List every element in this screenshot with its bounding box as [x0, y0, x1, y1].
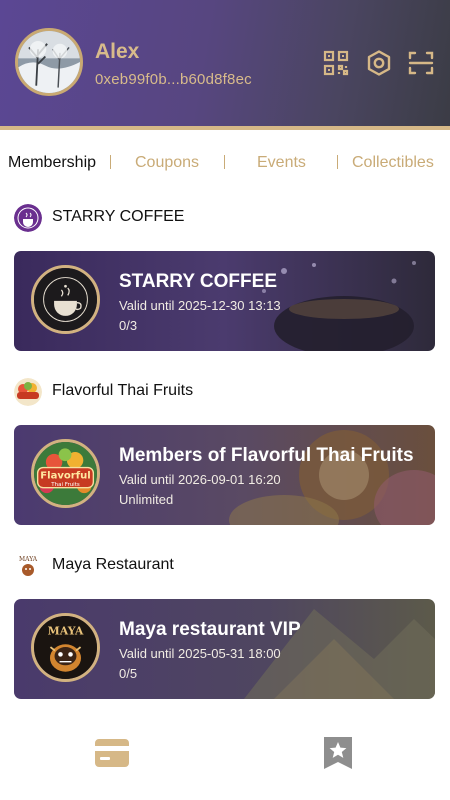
membership-card-starry-coffee[interactable]: STARRY COFFEE Valid until 2025-12-30 13:…	[14, 251, 435, 351]
user-name: Alex	[95, 40, 140, 63]
starry-coffee-card-logo	[31, 265, 100, 334]
membership-card-maya-restaurant[interactable]: MAYA Maya restaurant VIP Valid until 202…	[14, 599, 435, 699]
tab-divider	[224, 155, 225, 169]
wallet-address[interactable]: 0xeb99f0b...b60d8f8ec	[95, 71, 252, 88]
bookmark-star-icon[interactable]	[320, 736, 356, 770]
card-valid-until: Valid until 2025-05-31 18:00	[119, 646, 281, 661]
card-title: Maya restaurant VIP	[119, 619, 301, 640]
tab-divider	[110, 155, 111, 169]
maya-card-logo: MAYA	[31, 613, 100, 682]
svg-text:MAYA: MAYA	[19, 556, 38, 563]
tab-membership[interactable]: Membership	[8, 154, 96, 172]
profile-header: Alex 0xeb99f0b...b60d8f8ec	[0, 0, 450, 126]
logo-text: MAYA	[48, 624, 84, 637]
qr-code-icon[interactable]	[322, 49, 350, 77]
card-valid-until: Valid until 2025-12-30 13:13	[119, 298, 281, 313]
membership-card-flavorful-thai-fruits[interactable]: Flavorful Thai Fruits Members of Flavorf…	[14, 425, 435, 525]
tab-divider	[337, 155, 338, 169]
tab-coupons[interactable]: Coupons	[135, 154, 199, 172]
logo-text-line2: Thai Fruits	[50, 482, 80, 488]
avatar[interactable]	[15, 28, 83, 96]
card-title: STARRY COFFEE	[119, 271, 277, 292]
tab-bar: Membership Coupons Events Collectibles	[0, 146, 450, 180]
settings-hexagon-icon[interactable]	[365, 49, 393, 77]
logo-text-line1: Flavorful	[40, 471, 90, 482]
tab-events[interactable]: Events	[257, 154, 306, 172]
card-usage-count: Unlimited	[119, 492, 174, 507]
card-usage-count: 0/3	[119, 318, 138, 333]
brand-name: Flavorful Thai Fruits	[52, 382, 194, 399]
card-usage-count: 0/5	[119, 666, 138, 681]
tab-collectibles[interactable]: Collectibles	[352, 154, 434, 172]
flavorful-thai-fruits-brand-logo	[14, 378, 42, 406]
scan-icon[interactable]	[407, 49, 435, 77]
header-divider	[0, 126, 450, 130]
maya-brand-logo: MAYA	[14, 552, 42, 580]
card-valid-until: Valid until 2026-09-01 16:20	[119, 472, 281, 487]
flavorful-thai-fruits-card-logo: Flavorful Thai Fruits	[31, 439, 100, 508]
brand-name: STARRY COFFEE	[52, 208, 185, 225]
starry-coffee-brand-logo	[14, 204, 42, 232]
brand-name: Maya Restaurant	[52, 556, 174, 573]
wallet-card-icon[interactable]	[94, 736, 130, 770]
card-title: Members of Flavorful Thai Fruits	[119, 445, 414, 466]
